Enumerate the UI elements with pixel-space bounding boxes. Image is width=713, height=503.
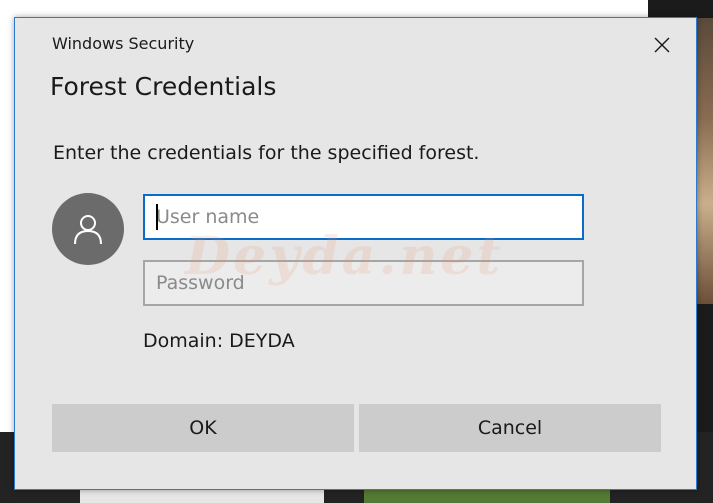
domain-label: Domain: DEYDA (143, 330, 295, 352)
username-field[interactable] (143, 194, 584, 240)
desktop-wallpaper-strip (697, 18, 713, 304)
username-input[interactable] (145, 196, 582, 238)
password-field[interactable] (143, 260, 584, 306)
close-button[interactable] (647, 30, 677, 60)
close-icon (654, 37, 670, 53)
instruction-text: Enter the credentials for the specified … (53, 142, 480, 164)
dialog-heading: Forest Credentials (50, 72, 277, 101)
user-icon (74, 215, 102, 245)
credentials-dialog: Windows Security Forest Credentials Ente… (14, 17, 697, 490)
cancel-button[interactable]: Cancel (359, 404, 661, 452)
avatar (52, 193, 124, 265)
text-caret (156, 204, 158, 230)
ok-button[interactable]: OK (52, 404, 354, 452)
password-input[interactable] (145, 262, 582, 304)
dialog-app-title: Windows Security (52, 34, 195, 53)
